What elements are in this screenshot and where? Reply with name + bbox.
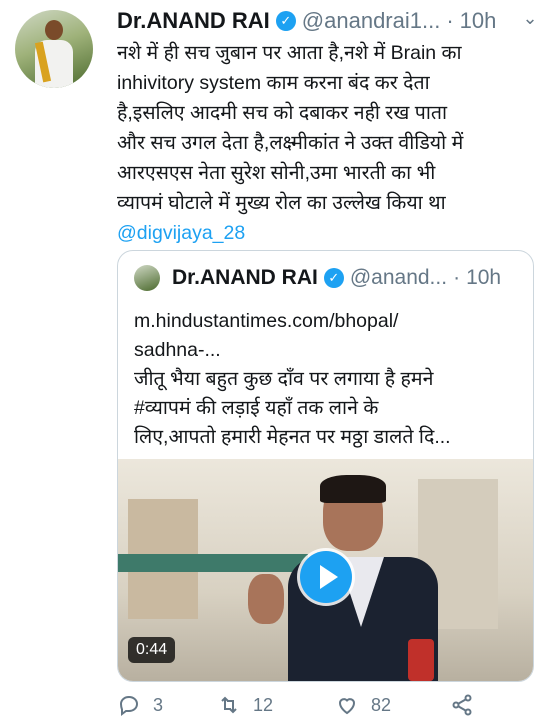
video-duration: 0:44 — [128, 637, 176, 663]
tweet-text-line: inhivitory system काम करना बंद कर देता — [117, 72, 430, 94]
tweet-text-line: नशे में ही सच जुबान पर आता है,नशे में Br… — [117, 42, 462, 64]
tweet-actions: 3 12 82 — [117, 690, 537, 720]
tweet-time[interactable]: 10h — [460, 8, 497, 34]
video-thumbnail[interactable]: 0:44 — [118, 459, 533, 681]
quoted-avatar — [134, 265, 160, 291]
tweet-text: नशे में ही सच जुबान पर आता है,नशे में Br… — [117, 38, 537, 248]
reply-count: 3 — [153, 694, 164, 715]
quoted-author-name: Dr.ANAND RAI — [172, 266, 318, 289]
tweet-text-line: आरएसएस नेता सुरेश सोनी,उमा भारती का भी — [117, 162, 436, 184]
microphone — [408, 639, 434, 681]
like-count: 82 — [371, 694, 392, 715]
separator: · — [446, 8, 454, 33]
quoted-text-line: लिए,आपतो हमारी मेहनत पर मठ्ठा डालते दि..… — [134, 426, 451, 448]
play-icon[interactable] — [300, 551, 352, 603]
share-icon — [452, 694, 472, 716]
quoted-text-line: sadhna-... — [134, 339, 221, 361]
heart-icon — [338, 698, 356, 715]
avatar-head — [45, 20, 63, 40]
verified-badge-icon: ✓ — [275, 11, 296, 31]
quoted-time: 10h — [466, 266, 502, 289]
mention-link[interactable]: @digvijaya_28 — [117, 218, 537, 248]
share-button[interactable] — [450, 693, 486, 717]
speaker-hair — [320, 475, 386, 503]
reply-icon — [119, 695, 139, 716]
author-name[interactable]: Dr.ANAND RAI — [117, 8, 270, 34]
quoted-text-line: m.hindustantimes.com/bhopal/ — [134, 310, 399, 332]
tweet-text-line: और सच उगल देता है,लक्ष्मीकांत ने उक्त वी… — [117, 132, 464, 154]
quoted-tweet[interactable]: Dr.ANAND RAI ✓ @anand... · 10h m.hindust… — [117, 250, 534, 682]
verified-badge-icon: ✓ — [323, 268, 344, 288]
quoted-text-line: जीतू भैया बहुत कुछ दाँव पर लगाया है हमने — [134, 368, 434, 390]
quoted-handle: @anand... — [349, 266, 448, 289]
tweet-text-line: व्यापमं घोटाले में मुख्य रोल का उल्लेख क… — [117, 192, 446, 214]
retweet-icon — [221, 696, 237, 714]
tweet-text-line: है,इसलिए आदमी सच को दबाकर नही रख पाता — [117, 102, 448, 124]
author-avatar[interactable] — [15, 10, 93, 88]
retweet-count: 12 — [253, 694, 274, 715]
tweet-header: Dr.ANAND RAI ✓ @anandrai1... · 10h — [117, 8, 540, 34]
author-handle[interactable]: @anandrai1... — [302, 8, 441, 34]
like-button[interactable]: 82 — [335, 693, 450, 717]
separator: · — [453, 266, 461, 289]
speaker-hand — [248, 574, 284, 624]
quoted-text-line: #व्यापमं की लड़ाई यहाँ तक लाने के — [134, 397, 379, 419]
quoted-header: Dr.ANAND RAI ✓ @anand... · 10h — [134, 264, 523, 292]
quoted-text: m.hindustantimes.com/bhopal/ sadhna-... … — [134, 307, 519, 452]
retweet-button[interactable]: 12 — [217, 693, 335, 717]
chevron-down-icon[interactable]: ⌄ — [518, 8, 542, 32]
reply-button[interactable]: 3 — [117, 693, 217, 717]
